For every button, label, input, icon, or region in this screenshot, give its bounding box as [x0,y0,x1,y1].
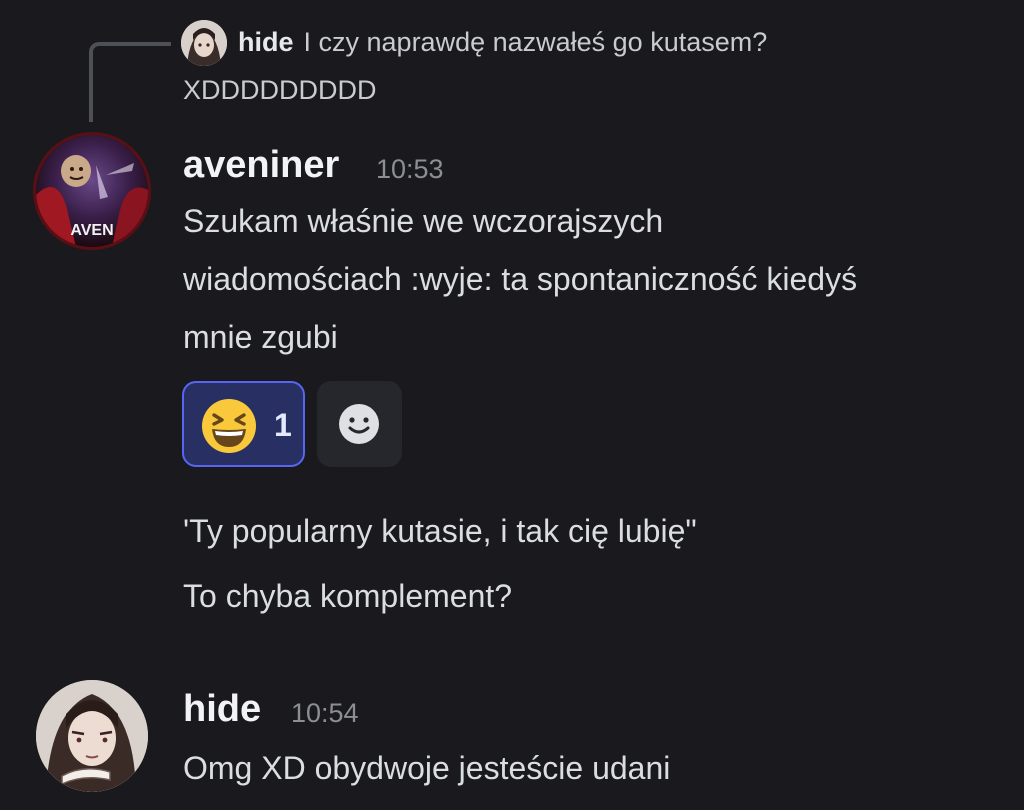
message-text-line: To chyba komplement? [183,578,513,614]
message-text-line: 'Ty popularny kutasie, i tak cię lubię" [183,513,697,549]
message-text-line: Szukam właśnie we wczorajszych [183,203,664,239]
reaction-laughing[interactable]: 1 [182,381,305,467]
reply-text: I czy naprawdę nazwałeś go kutasem? [303,27,768,57]
avatar-hide[interactable] [36,680,148,792]
message-author-aveniner[interactable]: aveniner [183,142,339,188]
chat-view: hide I czy naprawdę nazwałeś go kutasem? … [0,0,1024,810]
reply-text-continuation: XDDDDDDDDD [183,75,377,105]
message-timestamp[interactable]: 10:53 [376,146,444,192]
reply-preview-line[interactable]: hide I czy naprawdę nazwałeś go kutasem? [238,22,1018,62]
reply-spine [89,42,171,122]
message-timestamp[interactable]: 10:54 [291,690,359,736]
add-reaction-button[interactable] [317,381,402,467]
message-text-line: mnie zgubi [183,319,338,355]
smiley-add-icon [339,404,379,444]
message-text-line: Omg XD obydwoje jesteście udani [183,750,671,786]
reply-author[interactable]: hide [238,27,294,57]
reply-avatar[interactable] [181,20,227,66]
message-text-line: wiadomościach :wyje: ta spontaniczność k… [183,261,858,297]
laughing-face-icon [202,399,256,453]
reaction-count: 1 [274,407,292,443]
message-author-hide[interactable]: hide [183,686,261,732]
avatar-aveniner[interactable]: AVEN [36,135,148,247]
avatar-aveniner-label: AVEN [70,222,113,239]
